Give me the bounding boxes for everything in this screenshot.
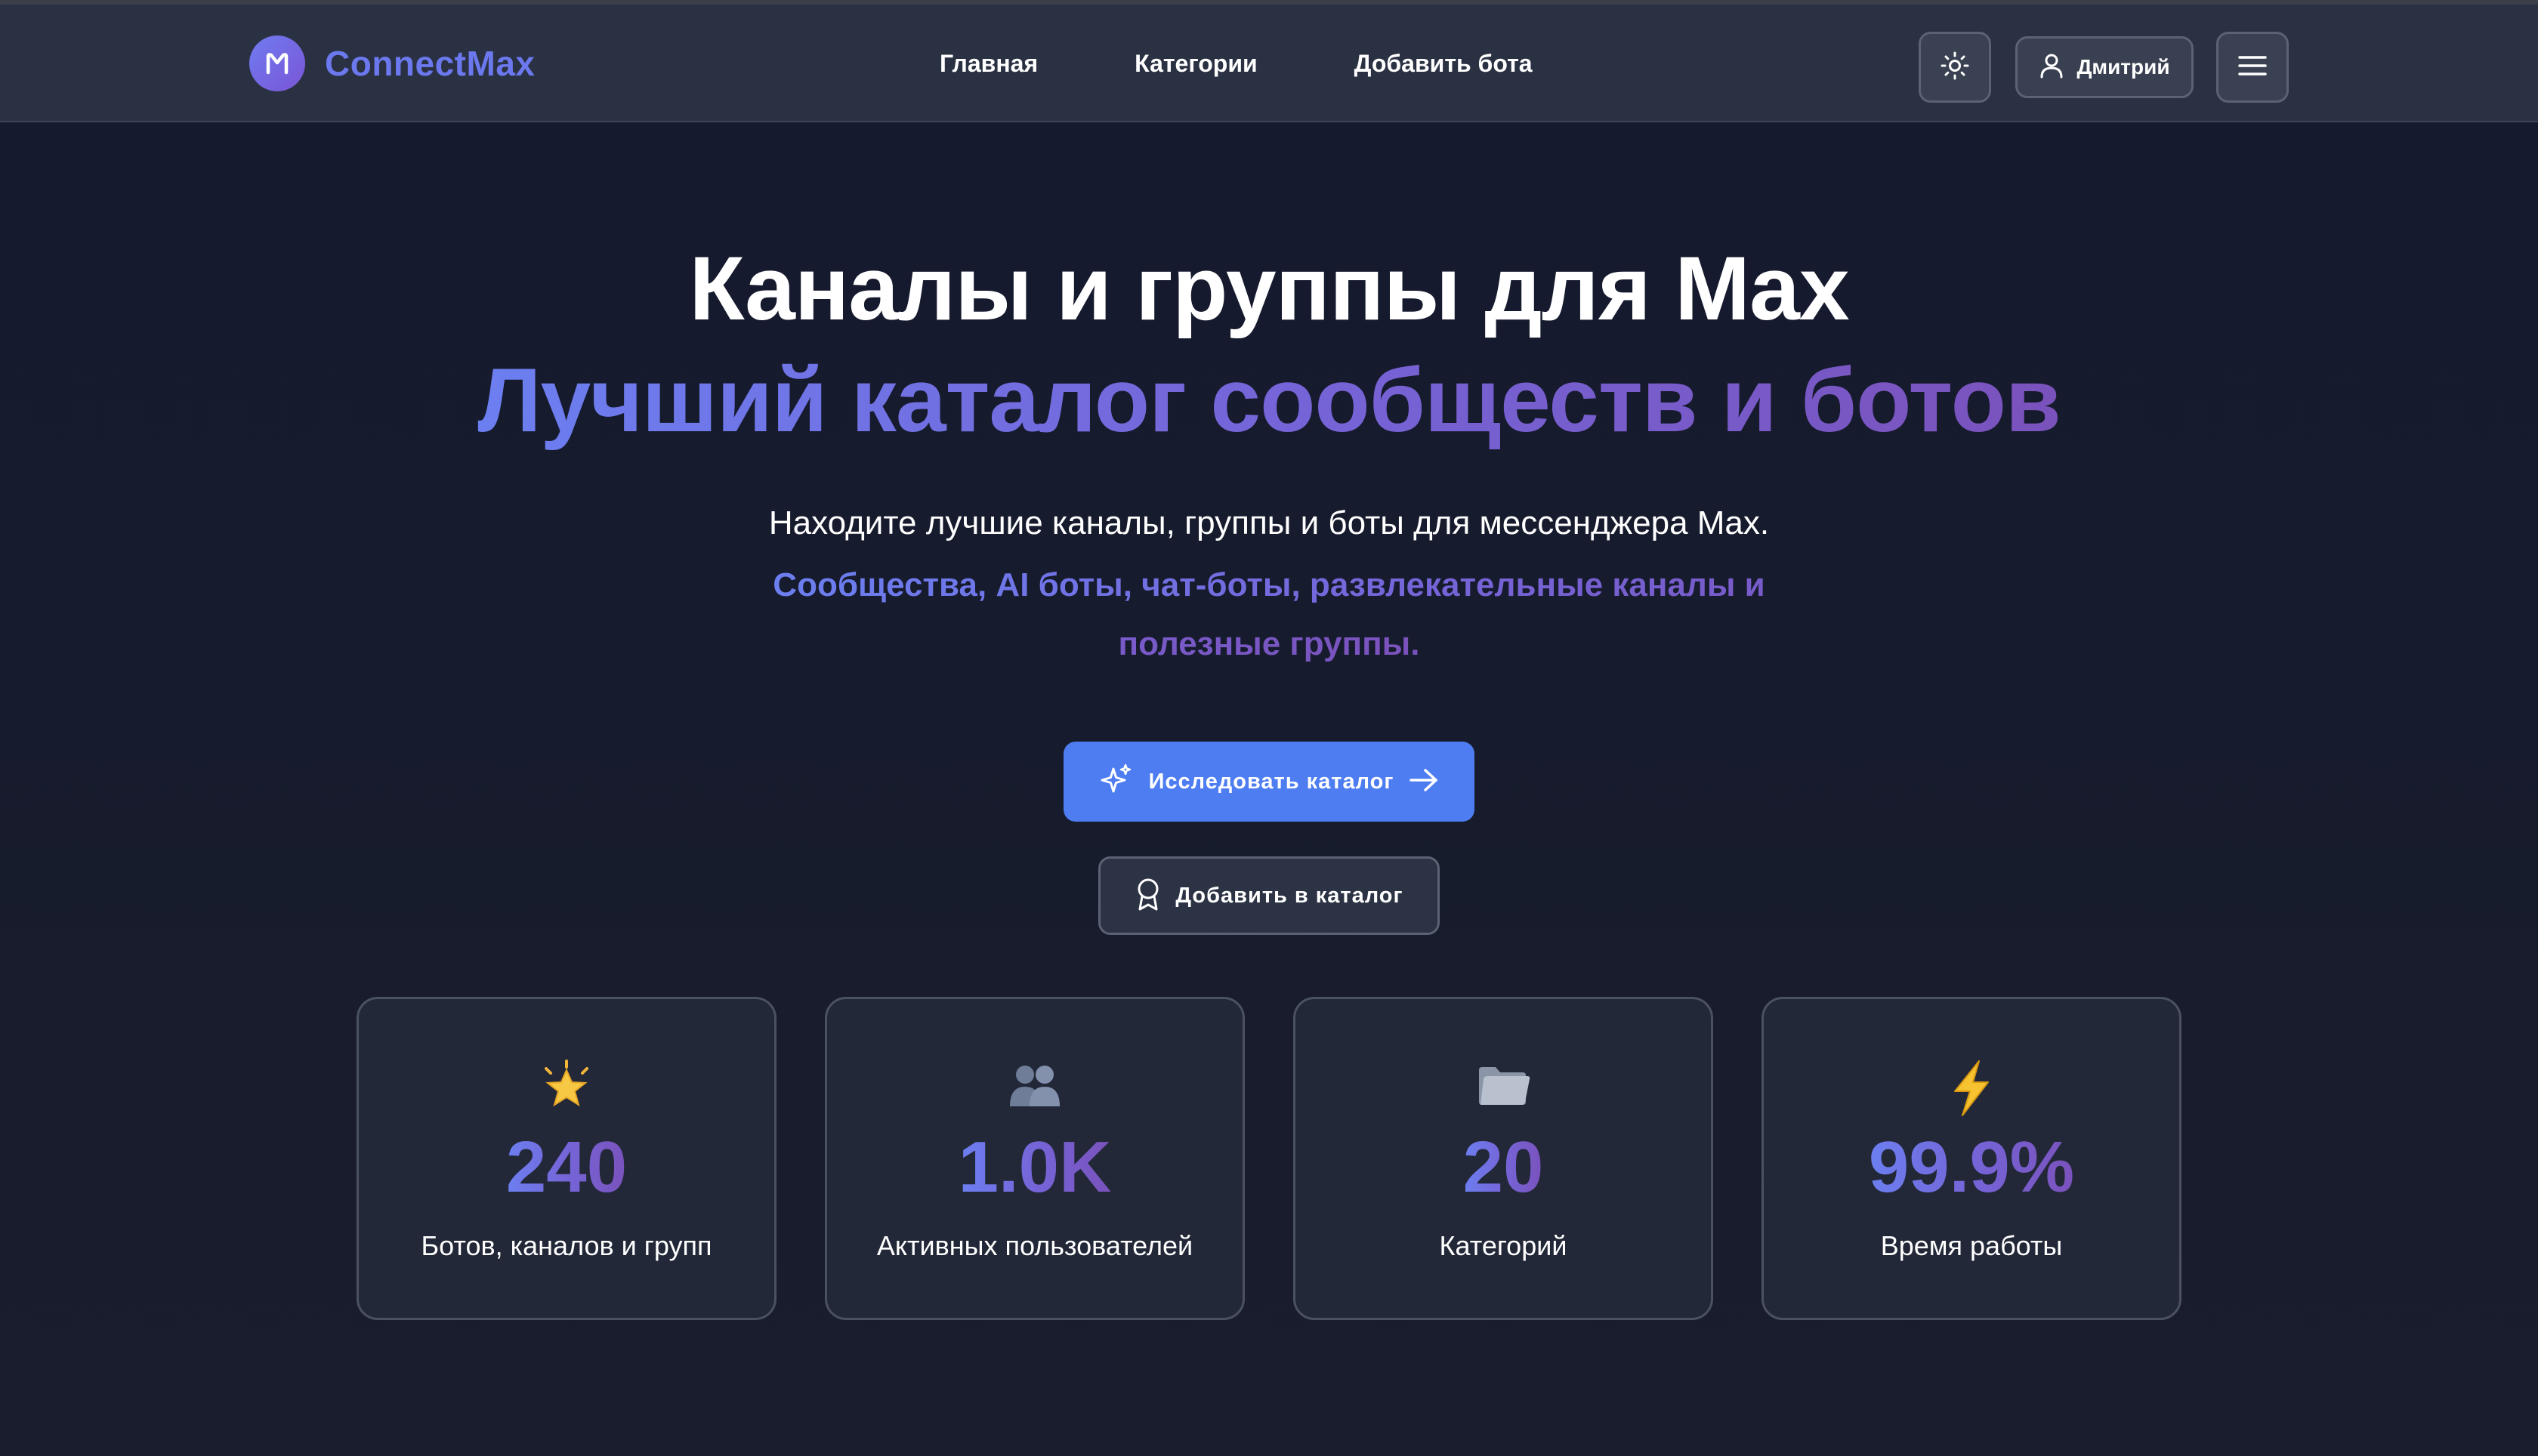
stat-label: Ботов, каналов и групп (421, 1230, 712, 1261)
hero-accent-text: Лучший каталог сообществ и ботов (477, 350, 2061, 451)
lightning-icon (1764, 1060, 2179, 1120)
stat-value-text: 1.0K (958, 1127, 1112, 1208)
stat-label: Активных пользователей (876, 1230, 1193, 1261)
star-icon (359, 1060, 774, 1120)
sun-icon (1940, 51, 1970, 85)
explore-catalog-label: Исследовать каталог (1148, 769, 1394, 794)
stat-card-categories: 20 Категорий (1293, 997, 1713, 1320)
hamburger-icon (2237, 54, 2268, 82)
hero-subtitle: Находите лучшие каналы, группы и боты дл… (768, 504, 1770, 541)
stat-label: Категорий (1439, 1230, 1567, 1261)
nav-categories[interactable]: Категории (1135, 50, 1258, 78)
hero-title: Каналы и группы для Max (689, 238, 1849, 339)
award-icon (1135, 877, 1162, 915)
user-icon (2039, 52, 2064, 83)
arrow-right-icon (1409, 767, 1439, 797)
people-icon (827, 1060, 1243, 1120)
logo-icon (249, 35, 305, 91)
menu-button[interactable] (2216, 32, 2289, 103)
site-header: ConnectMax Главная Категории Добавить бо… (0, 5, 2538, 122)
nav-home[interactable]: Главная (940, 50, 1038, 78)
stat-card-uptime: 99.9% Время работы (1761, 997, 2181, 1320)
stat-value: 240 (359, 1126, 774, 1209)
sparkles-icon (1099, 763, 1134, 801)
user-menu-button[interactable]: Дмитрий (2015, 36, 2194, 98)
nav-add-bot[interactable]: Добавить бота (1354, 50, 1533, 78)
theme-toggle-button[interactable] (1919, 32, 1991, 103)
stat-card-users: 1.0K Активных пользователей (825, 997, 1245, 1320)
main-nav: Главная Категории Добавить бота (940, 50, 1629, 78)
stat-value-text: 20 (1462, 1127, 1544, 1208)
stat-value-text: 240 (505, 1127, 628, 1208)
explore-catalog-button[interactable]: Исследовать каталог (1064, 742, 1474, 822)
stat-value: 1.0K (827, 1126, 1243, 1209)
hero-subtitle-accent: Сообщества, AI боты, чат-боты, развлекат… (725, 556, 1813, 674)
user-name: Дмитрий (2076, 55, 2170, 79)
brand[interactable]: ConnectMax (249, 35, 535, 92)
add-to-catalog-button[interactable]: Добавить в каталог (1098, 856, 1440, 935)
hero-subtitle-accent-text: Сообщества, AI боты, чат-боты, развлекат… (773, 566, 1765, 662)
brand-name: ConnectMax (325, 44, 536, 83)
stat-value-text: 99.9% (1868, 1127, 2075, 1208)
stat-label: Время работы (1880, 1230, 2063, 1261)
stat-value: 20 (1295, 1126, 1711, 1209)
stat-card-bots: 240 Ботов, каналов и групп (357, 997, 777, 1320)
hero-accent-title: Лучший каталог сообществ и ботов (0, 347, 2538, 453)
add-to-catalog-label: Добавить в каталог (1175, 883, 1403, 908)
stat-value: 99.9% (1764, 1126, 2179, 1209)
folder-icon (1295, 1060, 1711, 1120)
